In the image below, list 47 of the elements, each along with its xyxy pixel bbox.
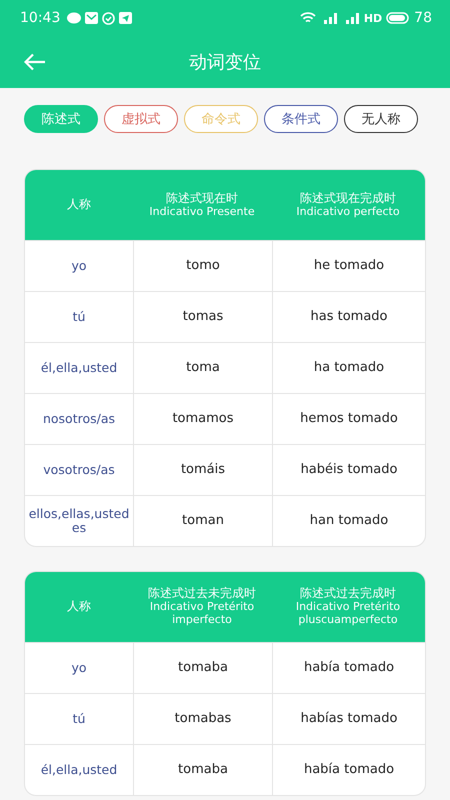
column-header: 陈述式现在时 Indicativo Presente: [148, 190, 256, 220]
table-cell: tomabas: [133, 694, 272, 744]
check-circle-icon: [102, 12, 116, 24]
mood-tab[interactable]: 条件式: [264, 105, 338, 133]
table-cell: ha tomado: [272, 343, 425, 393]
mail-icon: [85, 12, 98, 24]
table-cell: había tomado: [272, 643, 425, 693]
table-cell: tomaba: [133, 643, 272, 693]
table-cell: habéis tomado: [272, 445, 425, 495]
table-cell: tomo: [133, 241, 272, 291]
table-cell-text: yo: [70, 658, 88, 677]
table-cell-text: vosotros/as: [42, 460, 116, 479]
table-cell: había tomado: [272, 745, 425, 795]
table-cell-text: él,ella,usted: [40, 760, 118, 779]
network-label: HD: [364, 12, 382, 24]
table-cell: tomáis: [133, 445, 272, 495]
column-header: 陈述式过去未完成时 Indicativo Pretérito imperfecto: [147, 585, 257, 628]
mood-tab[interactable]: 陈述式: [24, 105, 98, 133]
table-cell-text: tú: [72, 710, 86, 728]
table-cell: hemos tomado: [272, 394, 425, 444]
wifi-icon: [300, 12, 316, 24]
back-arrow-icon[interactable]: [24, 53, 46, 71]
table-cell-text: él,ella,usted: [40, 358, 118, 377]
page-title: 动词变位: [189, 51, 261, 74]
table-cell: habías tomado: [272, 694, 425, 744]
table-cell-text: yo: [70, 256, 88, 275]
status-time: 10:43: [20, 10, 60, 26]
table-cell: toman: [133, 496, 272, 546]
send-icon: [119, 12, 132, 24]
table-cell: has tomado: [272, 292, 425, 342]
table-cell: han tomado: [272, 496, 425, 546]
column-header: 陈述式现在完成时 Indicativo perfecto: [295, 190, 401, 220]
column-header: 人称: [66, 196, 92, 214]
table-cell-text: nosotros/as: [42, 410, 116, 428]
mood-tab[interactable]: 虚拟式: [104, 105, 178, 133]
table-cell: he tomado: [272, 241, 425, 291]
battery-level: 78: [414, 10, 432, 26]
table-cell-text: tú: [72, 308, 86, 326]
mood-tab[interactable]: 无人称: [344, 105, 418, 133]
table-cell: tomas: [133, 292, 272, 342]
table-cell-text: ellos,ellas,ustedes: [28, 504, 130, 537]
table-cell: toma: [133, 343, 272, 393]
table-cell: tomaba: [133, 745, 272, 795]
column-header: 陈述式过去完成时 Indicativo Pretérito pluscuamperfecto: [294, 585, 402, 628]
battery-icon: [386, 12, 410, 24]
column-header: 人称: [66, 598, 92, 616]
table-cell: tomamos: [133, 394, 272, 444]
